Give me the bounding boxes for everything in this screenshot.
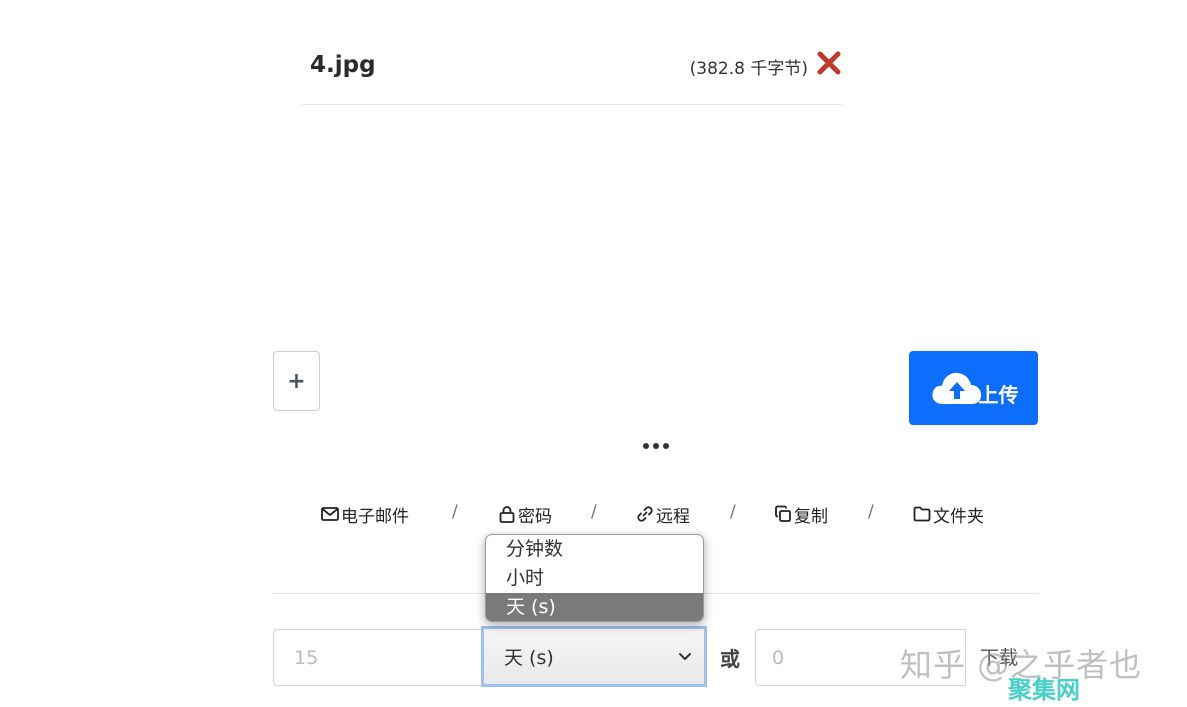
option-password-label: 密码 xyxy=(518,506,552,527)
cloud-upload-icon xyxy=(931,372,981,404)
separator: / xyxy=(591,502,597,522)
separator: / xyxy=(868,502,874,522)
option-copy[interactable]: 复制 xyxy=(773,500,828,528)
file-row: 4.jpg (382.8 千字节) xyxy=(302,40,842,105)
upload-label: 上传 xyxy=(978,382,1019,407)
link-icon xyxy=(637,506,653,522)
unit-select-value: 天 (s) xyxy=(504,647,554,669)
option-copy-label: 复制 xyxy=(794,506,828,527)
downloads-count-input[interactable] xyxy=(755,629,966,686)
plus-icon: + xyxy=(287,368,306,394)
separator: / xyxy=(730,502,736,522)
option-email[interactable]: 电子邮件 xyxy=(320,500,409,528)
copy-icon xyxy=(775,505,791,522)
lock-icon xyxy=(499,506,515,523)
option-folder[interactable]: 文件夹 xyxy=(912,500,984,528)
folder-icon xyxy=(913,506,931,522)
page: 4.jpg (382.8 千字节) + 上传 电子邮件 / 密码 / 远程 / … xyxy=(0,0,1187,707)
separator: / xyxy=(452,502,458,522)
file-size: (382.8 千字节) xyxy=(689,59,808,79)
expiry-number-input[interactable] xyxy=(273,629,483,686)
ellipsis-icon[interactable] xyxy=(641,437,671,449)
unit-option-hours[interactable]: 小时 xyxy=(486,564,703,593)
option-folder-label: 文件夹 xyxy=(933,506,984,527)
options-row: 电子邮件 / 密码 / 远程 / 复制 / 文件夹 xyxy=(320,500,1000,528)
option-remote-label: 远程 xyxy=(656,506,690,527)
upload-button[interactable]: 上传 xyxy=(909,351,1038,425)
option-remote[interactable]: 远程 xyxy=(635,500,690,528)
chevron-down-icon xyxy=(679,653,691,660)
or-label: 或 xyxy=(720,647,740,671)
watermark-sub: 聚集网 xyxy=(1008,676,1080,704)
unit-option-minutes[interactable]: 分钟数 xyxy=(486,535,703,564)
unit-dropdown-list: 分钟数 小时 天 (s) xyxy=(485,534,704,622)
downloads-label: 下载 xyxy=(980,647,1019,669)
add-file-button[interactable]: + xyxy=(273,351,320,411)
unit-option-days[interactable]: 天 (s) xyxy=(486,593,703,621)
red-x-icon[interactable] xyxy=(816,50,842,76)
file-name: 4.jpg xyxy=(310,52,376,78)
expiry-unit-select[interactable]: 天 (s) xyxy=(481,626,707,687)
envelope-icon xyxy=(321,507,339,521)
option-email-label: 电子邮件 xyxy=(341,506,409,527)
option-password[interactable]: 密码 xyxy=(497,500,552,528)
